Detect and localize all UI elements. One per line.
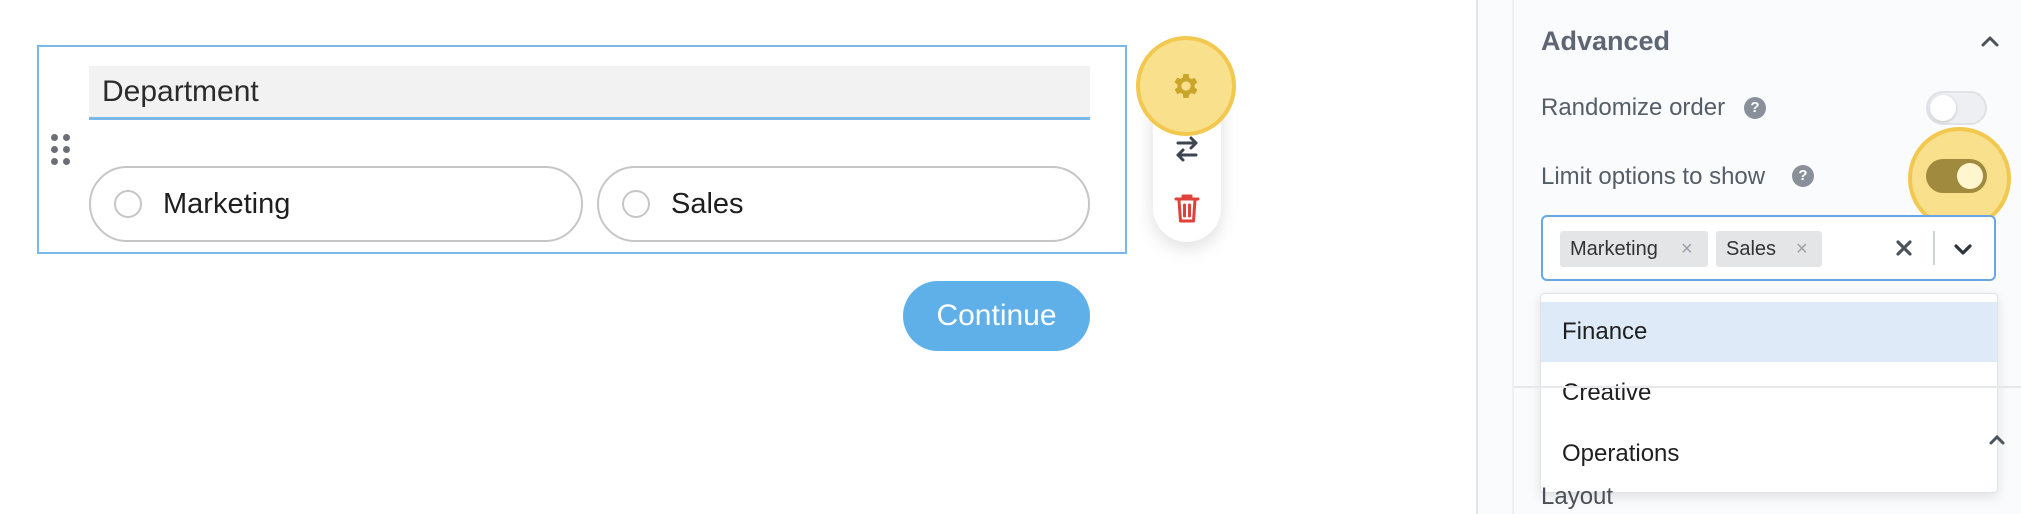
option-marketing[interactable]: Marketing <box>89 166 583 242</box>
chip-sales: Sales × <box>1716 231 1822 267</box>
help-icon[interactable]: ? <box>1744 97 1766 119</box>
toggle-knob <box>1957 163 1983 189</box>
chip-remove-icon[interactable]: × <box>1796 231 1808 267</box>
option-label: Sales <box>671 188 744 220</box>
dropdown-option-operations[interactable]: Operations <box>1541 424 1997 484</box>
chip-label: Sales <box>1726 238 1777 260</box>
panel-inner-divider <box>1512 0 1514 514</box>
limit-options-toggle[interactable] <box>1926 159 1987 193</box>
randomize-order-toggle[interactable] <box>1926 91 1987 125</box>
toggle-knob <box>1930 95 1956 121</box>
option-label: Marketing <box>163 188 291 220</box>
chip-remove-icon[interactable]: × <box>1681 231 1693 267</box>
chevron-up-icon[interactable] <box>1978 30 2002 54</box>
section-divider <box>1514 386 2021 388</box>
chip-label: Marketing <box>1570 238 1658 260</box>
drag-handle-icon[interactable] <box>51 134 73 166</box>
layout-section-label: Layout <box>1541 483 1614 510</box>
gear-icon <box>1174 74 1198 98</box>
dropdown-option-finance[interactable]: Finance <box>1541 302 1997 362</box>
settings-button[interactable] <box>1136 36 1236 136</box>
radio-icon <box>114 190 142 218</box>
option-sales[interactable]: Sales <box>597 166 1090 242</box>
clear-icon[interactable] <box>1889 233 1919 263</box>
trash-icon[interactable] <box>1172 192 1202 224</box>
advanced-section-title: Advanced <box>1541 26 1671 56</box>
randomize-order-label: Randomize order <box>1541 94 1726 121</box>
continue-button[interactable]: Continue <box>903 281 1090 351</box>
question-title-input[interactable]: Department <box>89 66 1090 120</box>
dropdown-option-creative[interactable]: Creative <box>1541 363 1997 423</box>
help-icon[interactable]: ? <box>1792 165 1814 187</box>
radio-icon <box>622 190 650 218</box>
options-dropdown: Finance Creative Operations <box>1540 293 1998 493</box>
swap-icon[interactable] <box>1172 134 1202 164</box>
limit-options-label: Limit options to show <box>1541 163 1766 190</box>
chevron-up-icon[interactable] <box>1986 430 2008 450</box>
limit-options-multiselect[interactable]: Marketing × Sales × <box>1541 215 1996 281</box>
chip-marketing: Marketing × <box>1560 231 1708 267</box>
chevron-down-icon[interactable] <box>1949 235 1977 263</box>
multiselect-separator <box>1933 231 1935 265</box>
